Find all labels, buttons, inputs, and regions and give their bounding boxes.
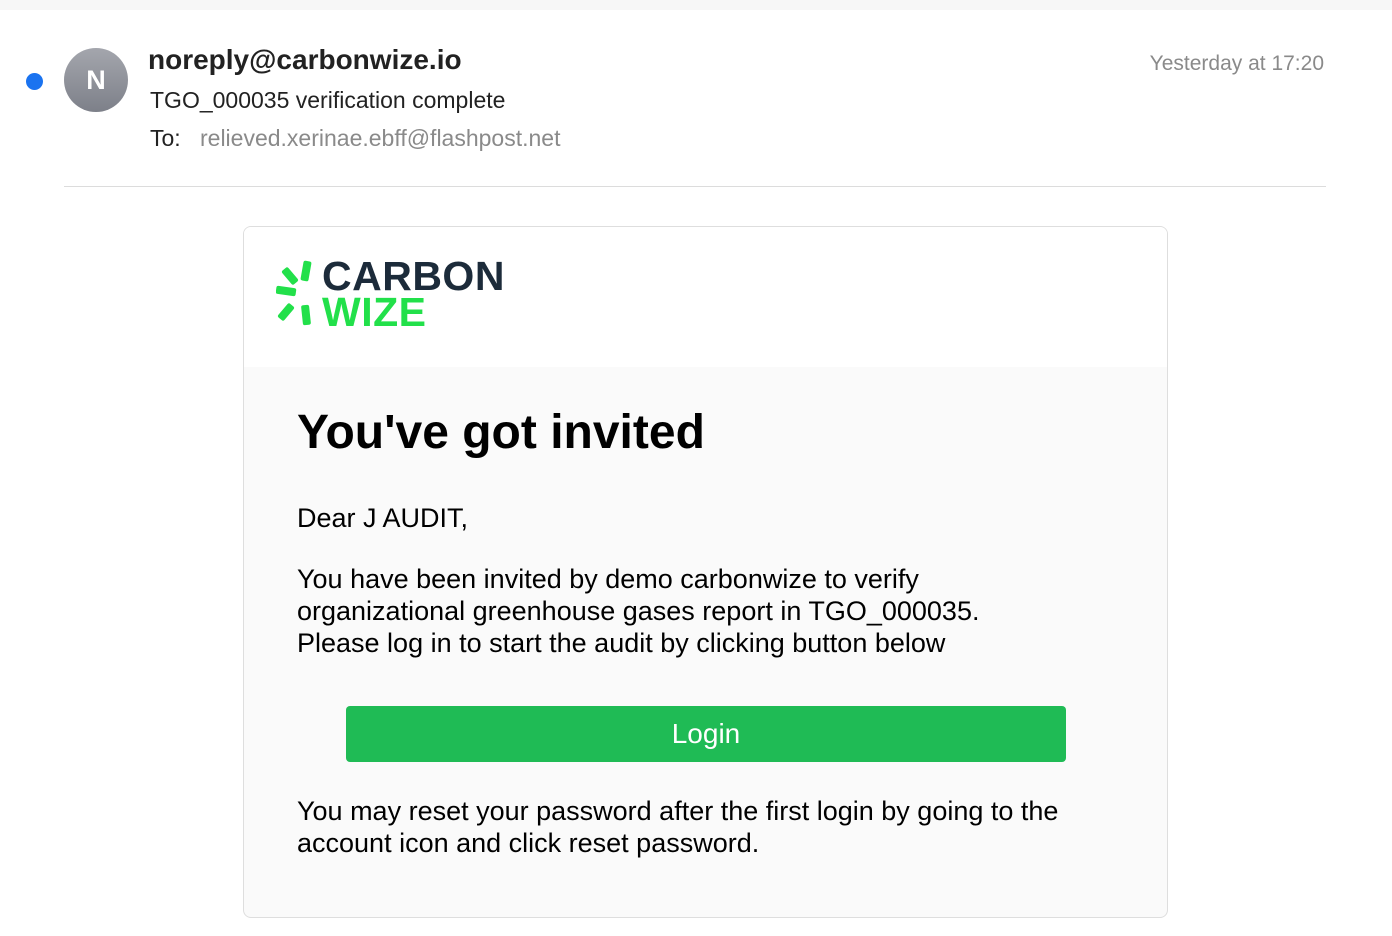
greeting: Dear J AUDIT,: [297, 503, 469, 533]
reset-password-note: You may reset your password after the fi…: [297, 795, 1137, 859]
window-top-strip: [0, 0, 1392, 10]
unread-indicator: [26, 73, 43, 90]
invite-body: You have been invited by demo carbonwize…: [297, 563, 1097, 659]
carbonwize-logo: CARBON WIZE: [276, 256, 505, 335]
login-button[interactable]: Login: [346, 706, 1066, 762]
email-subject: TGO_000035 verification complete: [150, 87, 506, 113]
body-line: organizational greenhouse gases report i…: [297, 596, 980, 626]
sender-address[interactable]: noreply@carbonwize.io: [148, 44, 462, 76]
sunburst-logo-icon: [276, 260, 312, 326]
footer-line: account icon and click reset password.: [297, 828, 760, 858]
sender-avatar: N: [64, 48, 128, 112]
footer-line: You may reset your password after the fi…: [297, 796, 1059, 826]
invite-headline: You've got invited: [297, 406, 705, 459]
logo-line-2: WIZE: [322, 289, 427, 335]
avatar-initial: N: [86, 64, 106, 95]
email-timestamp: Yesterday at 17:20: [1149, 52, 1324, 75]
recipient-address[interactable]: relieved.xerinae.ebff@flashpost.net: [200, 125, 560, 152]
body-line: Please log in to start the audit by clic…: [297, 628, 946, 658]
email-body-card: CARBON WIZE You've got invited Dear J AU…: [243, 226, 1168, 918]
email-brand-header: CARBON WIZE: [244, 227, 1167, 367]
body-line: You have been invited by demo carbonwize…: [297, 564, 919, 594]
recipient-row: To: relieved.xerinae.ebff@flashpost.net: [150, 125, 560, 152]
to-label: To:: [150, 125, 181, 151]
header-divider: [64, 186, 1326, 187]
logo-wordmark: CARBON WIZE: [322, 256, 505, 335]
